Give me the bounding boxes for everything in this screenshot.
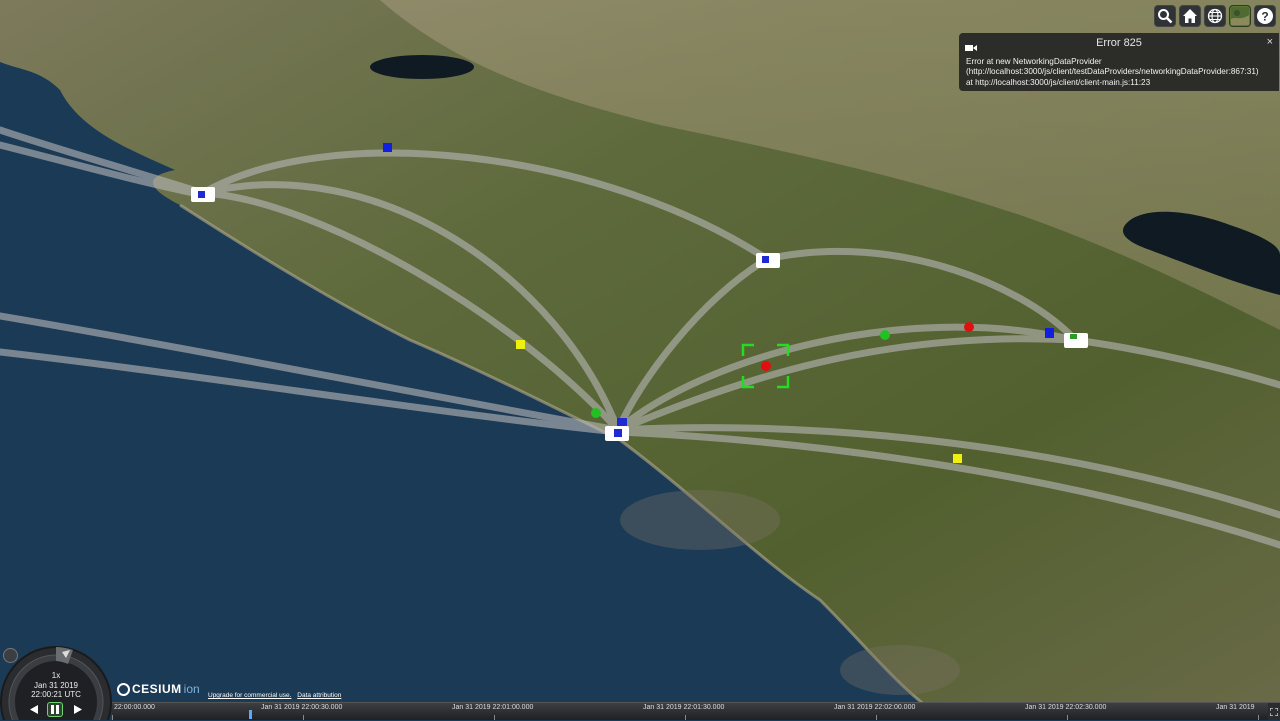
animation-time: 22:00:21 UTC xyxy=(31,690,81,699)
clock-reset-button[interactable] xyxy=(3,648,18,663)
lake xyxy=(370,55,474,79)
error-message: Error at new NetworkingDataProvider (htt… xyxy=(966,57,1275,88)
home-icon xyxy=(1182,8,1198,24)
imagery-layer-icon xyxy=(1231,7,1249,25)
logo-suffix: ion xyxy=(183,682,200,696)
pause-icon xyxy=(51,705,59,714)
network-node[interactable] xyxy=(756,253,780,268)
toolbar: ? xyxy=(1154,5,1276,27)
urban-area xyxy=(620,490,780,550)
cesium-logo-icon xyxy=(117,682,130,696)
red-marker xyxy=(761,361,771,371)
svg-text:?: ? xyxy=(1261,10,1268,24)
timeline-label: Jan 31 2019 22:02:00.000 xyxy=(834,704,916,711)
green-marker xyxy=(591,408,601,418)
credit-links: Upgrade for commercial use. Data attribu… xyxy=(208,692,345,699)
timeline-label: Jan 31 2019 xyxy=(1216,704,1255,711)
timeline-label: Jan 31 2019 22:00:30.000 xyxy=(261,704,343,711)
animation-speed: 1x xyxy=(51,671,61,680)
pause-button[interactable] xyxy=(47,702,63,717)
globe-scene[interactable] xyxy=(0,0,1280,720)
help-button[interactable]: ? xyxy=(1254,5,1276,27)
animation-date: Jan 31 2019 xyxy=(33,681,79,690)
scene-mode-button[interactable] xyxy=(1204,5,1226,27)
network-node[interactable] xyxy=(1064,333,1088,348)
fullscreen-icon xyxy=(1269,703,1279,721)
map-viewer[interactable] xyxy=(0,0,1280,720)
globe-icon xyxy=(1207,8,1223,24)
home-button[interactable] xyxy=(1179,5,1201,27)
timeline-label: Jan 31 2019 22:01:00.000 xyxy=(452,704,534,711)
timeline-label: 22:00:00.000 xyxy=(114,704,155,711)
network-node[interactable] xyxy=(191,187,215,202)
upgrade-link[interactable]: Upgrade for commercial use. xyxy=(208,692,291,699)
timeline-label: Jan 31 2019 22:02:30.000 xyxy=(1025,704,1107,711)
blue-marker xyxy=(383,143,392,152)
error-line: (http://localhost:3000/js/client/testDat… xyxy=(966,67,1259,77)
error-line: Error at new NetworkingDataProvider xyxy=(966,57,1102,66)
error-panel: Error 825 × Error at new NetworkingDataP… xyxy=(959,33,1279,91)
search-icon xyxy=(1157,8,1173,24)
error-title: Error 825 xyxy=(1096,37,1142,49)
green-marker xyxy=(880,330,890,340)
error-close-button[interactable]: × xyxy=(1267,36,1273,48)
yellow-marker xyxy=(953,454,962,463)
play-reverse-icon xyxy=(30,705,38,714)
base-layer-picker-button[interactable] xyxy=(1229,5,1251,27)
play-reverse-button[interactable] xyxy=(26,702,42,717)
play-forward-icon xyxy=(74,705,82,714)
yellow-marker xyxy=(516,340,525,349)
play-forward-button[interactable] xyxy=(70,702,86,717)
timeline[interactable]: 22:00:00.000 Jan 31 2019 22:00:30.000 Ja… xyxy=(112,702,1268,720)
logo-brand: CESIUM xyxy=(132,682,182,696)
urban-area xyxy=(840,645,960,695)
timeline-needle[interactable] xyxy=(249,710,252,719)
timeline-label: Jan 31 2019 22:01:30.000 xyxy=(643,704,725,711)
red-marker xyxy=(964,322,974,332)
geocoder-search-button[interactable] xyxy=(1154,5,1176,27)
blue-marker xyxy=(1045,328,1054,338)
fullscreen-button[interactable] xyxy=(1268,702,1280,720)
data-attribution-link[interactable]: Data attribution xyxy=(297,692,341,699)
cesium-ion-logo[interactable]: CESIUM ion xyxy=(117,682,200,696)
error-line: at http://localhost:3000/js/client/clien… xyxy=(966,77,1151,87)
help-icon: ? xyxy=(1256,7,1274,25)
